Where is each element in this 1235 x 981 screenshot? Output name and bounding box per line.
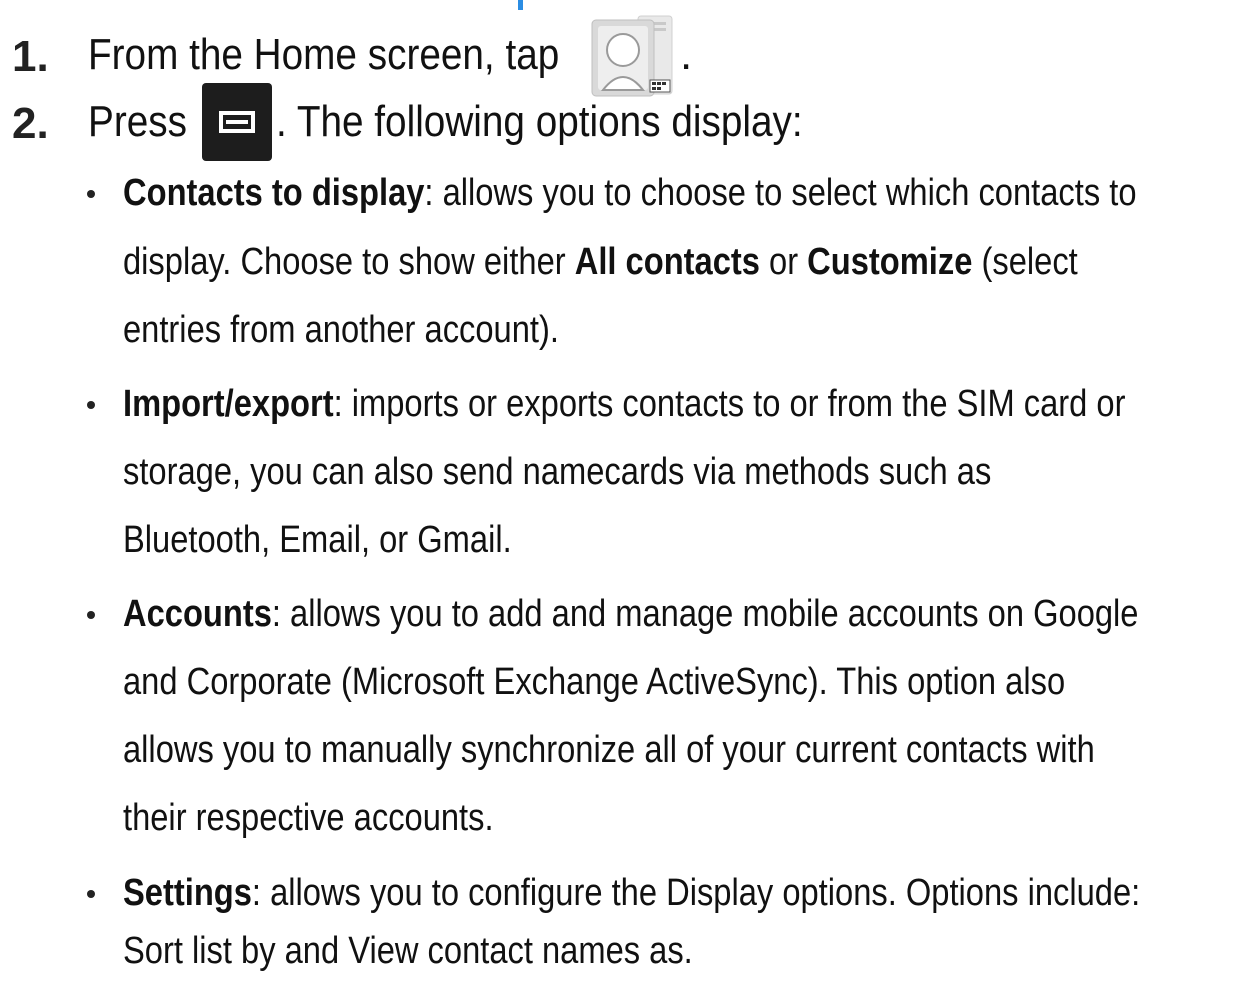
option-desc: : imports or exports contacts to or from…	[333, 383, 1126, 425]
option-line: Settings: allows you to configure the Di…	[123, 874, 1140, 912]
option-desc: entries from another account).	[123, 309, 559, 351]
option-line: their respective accounts.	[123, 799, 494, 837]
option-term: Import/export	[123, 383, 334, 425]
step-text-before-icon: From the Home screen, tap	[88, 30, 560, 79]
step-number: 1.	[12, 32, 49, 81]
step-text-after-icon: .	[680, 30, 693, 79]
step-number: 2.	[12, 99, 49, 148]
step-text-after-icon: . The following options display:	[276, 97, 803, 146]
option-line: display. Choose to show either All conta…	[123, 243, 1078, 281]
menu-key-icon	[202, 83, 272, 161]
option-term: Contacts to display	[123, 172, 425, 214]
step-text-before-icon: Press	[88, 97, 187, 146]
option-desc: and Corporate (Microsoft Exchange Active…	[123, 661, 1066, 703]
option-line: Contacts to display: allows you to choos…	[123, 174, 1136, 212]
option-desc: allows you to manually synchronize all o…	[123, 729, 1095, 771]
option-term: Accounts	[123, 593, 272, 635]
option-desc: : allows you to configure the Display op…	[251, 872, 1141, 914]
option-term: All contacts	[574, 241, 760, 283]
step-2: 2. Press . The following options display…	[0, 82, 1235, 162]
bullet-icon	[87, 401, 95, 409]
option-line: Import/export: imports or exports contac…	[123, 385, 1125, 423]
option-desc: or	[759, 241, 808, 283]
option-line: Bluetooth, Email, or Gmail.	[123, 521, 512, 559]
option-desc: Bluetooth, Email, or Gmail.	[123, 519, 512, 561]
option-line: Sort list by and View contact names as.	[123, 932, 693, 970]
option-line: and Corporate (Microsoft Exchange Active…	[123, 663, 1065, 701]
step-2-text: Press . The following options display:	[88, 82, 874, 162]
option-term: Customize	[807, 241, 973, 283]
option-term: Settings	[123, 872, 252, 914]
bullet-icon	[87, 890, 95, 898]
option-desc: storage, you can also send namecards via…	[123, 451, 992, 493]
option-line: allows you to manually synchronize all o…	[123, 731, 1095, 769]
option-line: Accounts: allows you to add and manage m…	[123, 595, 1138, 633]
option-desc: : allows you to choose to select which c…	[424, 172, 1137, 214]
option-desc: their respective accounts.	[123, 797, 494, 839]
option-line: storage, you can also send namecards via…	[123, 453, 991, 491]
option-desc: display. Choose to show either	[123, 241, 575, 283]
option-desc: : allows you to add and manage mobile ac…	[271, 593, 1139, 635]
option-desc: Sort list by and View contact names as.	[123, 930, 693, 972]
option-line: entries from another account).	[123, 311, 559, 349]
bullet-icon	[87, 611, 95, 619]
option-desc: (select	[972, 241, 1078, 283]
bullet-icon	[87, 190, 95, 198]
